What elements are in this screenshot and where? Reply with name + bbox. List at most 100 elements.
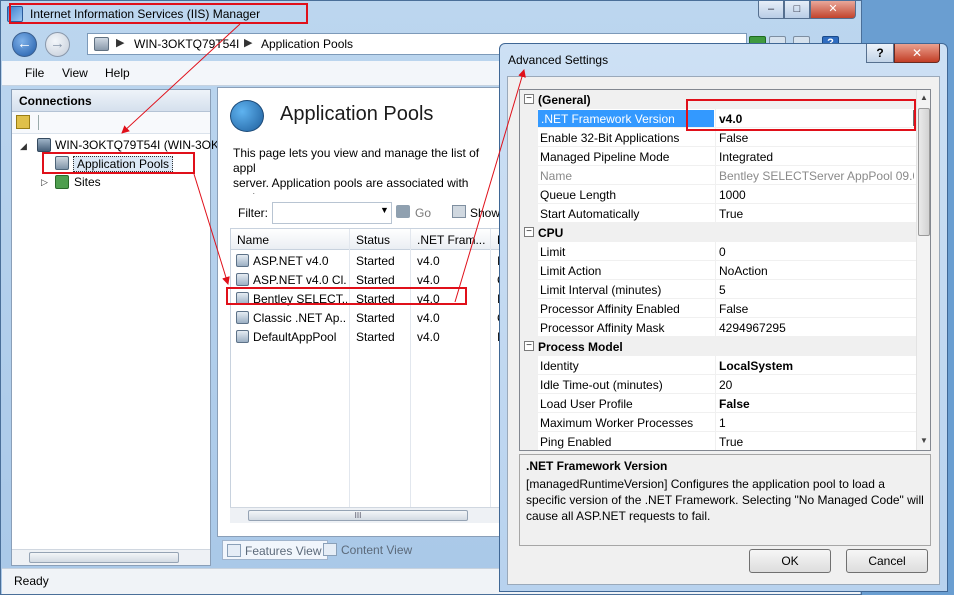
property-row[interactable]: Limit Interval (minutes) 5 — [520, 280, 916, 299]
filter-label: Filter: — [238, 206, 268, 220]
property-row[interactable]: Load User Profile False — [520, 394, 916, 413]
property-name: Queue Length — [540, 188, 617, 202]
column-status[interactable]: Status — [356, 233, 390, 247]
scrollbar-thumb[interactable] — [918, 108, 930, 236]
property-row[interactable]: Managed Pipeline Mode Integrated — [520, 147, 916, 166]
page-description: This page lets you view and manage the l… — [233, 146, 480, 194]
row-status: Started — [356, 292, 395, 306]
property-row[interactable]: Limit 0 — [520, 242, 916, 261]
help-button[interactable]: ? — [866, 44, 894, 63]
property-value[interactable]: LocalSystem — [719, 359, 914, 373]
property-category[interactable]: − Process Model — [520, 337, 916, 356]
table-row[interactable]: Bentley SELECT... Started v4.0 I — [231, 289, 505, 308]
breadcrumb-server[interactable]: WIN-3OKTQ79T54I — [134, 37, 239, 51]
property-value[interactable]: False — [719, 131, 914, 145]
property-row[interactable]: Identity LocalSystem — [520, 356, 916, 375]
property-value[interactable]: 0 — [719, 245, 914, 259]
minimize-button[interactable]: – — [758, 1, 784, 19]
maximize-button[interactable]: □ — [784, 1, 810, 19]
collapse-icon[interactable]: − — [524, 227, 534, 237]
tree-item-sites[interactable]: Sites — [74, 175, 101, 189]
column-name[interactable]: Name — [237, 233, 269, 247]
page-title: Application Pools — [280, 103, 434, 125]
content-view-icon — [323, 543, 337, 556]
row-net: v4.0 — [417, 273, 440, 287]
property-category[interactable]: − (General) — [520, 90, 916, 109]
property-value[interactable]: 4294967295 — [719, 321, 914, 335]
property-row[interactable]: Ping Enabled True — [520, 432, 916, 450]
new-connection-icon[interactable] — [16, 115, 30, 129]
property-row[interactable]: Queue Length 1000 — [520, 185, 916, 204]
property-value[interactable]: 5 — [719, 283, 914, 297]
menu-help[interactable]: Help — [105, 66, 130, 80]
row-name: DefaultAppPool — [253, 330, 337, 344]
table-row[interactable]: DefaultAppPool Started v4.0 I — [231, 327, 505, 346]
property-value[interactable]: True — [719, 207, 914, 221]
property-row[interactable]: Maximum Worker Processes 1 — [520, 413, 916, 432]
breadcrumb-separator-icon[interactable]: ▶ — [244, 36, 252, 49]
property-row[interactable]: Name Bentley SELECTServer AppPool 09.01 — [520, 166, 916, 185]
collapse-icon[interactable]: − — [524, 94, 534, 104]
property-row[interactable]: Processor Affinity Enabled False — [520, 299, 916, 318]
column-net-framework[interactable]: .NET Fram... — [417, 233, 485, 247]
property-description: .NET Framework Version [managedRuntimeVe… — [519, 454, 931, 546]
scrollbar-thumb[interactable]: III — [248, 510, 468, 521]
property-value[interactable]: 1 — [719, 416, 914, 430]
property-value[interactable]: 20 — [719, 378, 914, 392]
breadcrumb-page[interactable]: Application Pools — [261, 37, 353, 51]
table-row[interactable]: ASP.NET v4.0 Cl... Started v4.0 C — [231, 270, 505, 289]
dialog-close-button[interactable]: ✕ — [894, 44, 940, 63]
row-gutter — [520, 242, 538, 261]
tab-content-view[interactable]: Content View — [319, 540, 418, 560]
property-name: (General) — [538, 93, 591, 107]
cancel-button[interactable]: Cancel — [846, 549, 928, 573]
show-all-icon[interactable] — [452, 205, 466, 218]
row-name: ASP.NET v4.0 Cl... — [253, 273, 347, 287]
go-icon[interactable] — [396, 205, 410, 218]
property-row[interactable]: Limit Action NoAction — [520, 261, 916, 280]
property-value[interactable]: False — [719, 302, 914, 316]
breadcrumb-separator-icon[interactable]: ▶ — [116, 36, 124, 49]
property-value[interactable]: v4.0 — [719, 112, 914, 126]
property-value[interactable]: Bentley SELECTServer AppPool 09.01 — [719, 169, 914, 183]
close-button[interactable]: ✕ — [810, 1, 856, 19]
property-row[interactable]: Start Automatically True — [520, 204, 916, 223]
property-category[interactable]: − CPU — [520, 223, 916, 242]
vertical-scrollbar[interactable]: ▲ ▼ — [916, 90, 930, 450]
tab-features-view[interactable]: Features View — [222, 540, 329, 560]
back-button[interactable]: ← — [12, 32, 37, 57]
property-row[interactable]: .NET Framework Version v4.0 — [520, 109, 916, 128]
scrollbar-thumb[interactable] — [29, 552, 179, 563]
property-value[interactable]: NoAction — [719, 264, 914, 278]
column-divider — [715, 242, 716, 261]
scroll-up-icon[interactable]: ▲ — [920, 93, 928, 102]
go-button[interactable]: Go — [415, 206, 431, 220]
show-all-button[interactable]: Show — [470, 206, 500, 220]
column-divider — [715, 185, 716, 204]
row-net: v4.0 — [417, 292, 440, 306]
chevron-down-icon[interactable]: ▼ — [380, 205, 389, 215]
property-name: .NET Framework Version — [538, 110, 714, 127]
property-value[interactable]: 1000 — [719, 188, 914, 202]
expand-icon[interactable]: ▷ — [41, 177, 48, 188]
table-row[interactable]: Classic .NET Ap... Started v4.0 C — [231, 308, 505, 327]
table-row[interactable]: ASP.NET v4.0 Started v4.0 I — [231, 251, 505, 270]
horizontal-scrollbar[interactable]: III — [230, 507, 506, 523]
property-value[interactable]: Integrated — [719, 150, 914, 164]
menu-file[interactable]: File — [25, 66, 44, 80]
property-row[interactable]: Processor Affinity Mask 4294967295 — [520, 318, 916, 337]
scroll-down-icon[interactable]: ▼ — [920, 436, 928, 445]
property-row[interactable]: Enable 32-Bit Applications False — [520, 128, 916, 147]
filter-input[interactable] — [272, 202, 392, 224]
expand-icon[interactable]: ◢ — [20, 141, 27, 152]
collapse-icon[interactable]: − — [524, 341, 534, 351]
menu-view[interactable]: View — [62, 66, 88, 80]
tree-item-application-pools[interactable]: Application Pools — [73, 156, 174, 172]
ok-button[interactable]: OK — [749, 549, 831, 573]
forward-button[interactable]: → — [45, 32, 70, 57]
tree-item-server[interactable]: WIN-3OKTQ79T54I (WIN-3OK — [55, 138, 219, 152]
property-value[interactable]: False — [719, 397, 914, 411]
horizontal-scrollbar[interactable] — [12, 549, 210, 565]
property-value[interactable]: True — [719, 435, 914, 449]
property-row[interactable]: Idle Time-out (minutes) 20 — [520, 375, 916, 394]
